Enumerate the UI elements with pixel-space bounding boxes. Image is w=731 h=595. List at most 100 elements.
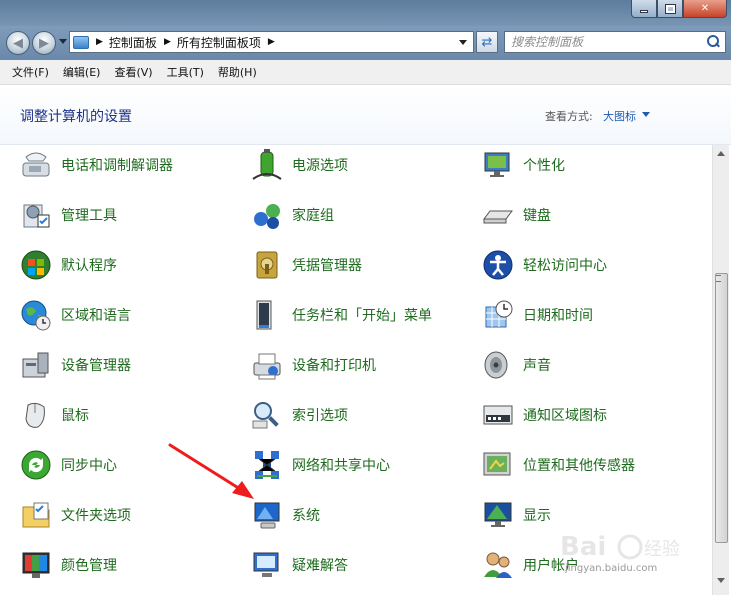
cp-item-label: 位置和其他传感器	[523, 458, 635, 474]
cp-item-sync-center[interactable]: 同步中心	[20, 447, 117, 483]
minimize-icon	[640, 10, 648, 13]
color-management-icon	[22, 552, 50, 578]
view-by-dropdown[interactable]: 大图标	[603, 108, 636, 124]
breadcrumb-separator-icon[interactable]: ▶	[96, 37, 103, 47]
cp-item-devices-printers[interactable]: 设备和打印机	[251, 347, 376, 383]
cp-item-label: 日期和时间	[523, 308, 593, 324]
menu-bar: 文件(F) 编辑(E) 查看(V) 工具(T) 帮助(H)	[0, 60, 731, 85]
date-time-icon	[485, 300, 513, 328]
cp-item-label: 区域和语言	[61, 308, 131, 324]
device-manager-icon	[22, 352, 49, 378]
cp-item-label: 文件夹选项	[61, 508, 131, 524]
refresh-icon: ⇄	[481, 34, 493, 50]
cp-item-personalization[interactable]: 个性化	[482, 147, 565, 183]
content-header: 调整计算机的设置 查看方式: 大图标	[0, 85, 731, 145]
control-panel-items: 电话和调制解调器 电源选项 个性化管理工具 家庭组 键盘默认程序 凭据管理器 轻松访问中心区…	[0, 145, 712, 595]
window-controls: ✕	[631, 0, 727, 18]
close-button[interactable]: ✕	[683, 0, 727, 18]
ease-of-access-icon	[483, 250, 513, 280]
credential-manager-icon	[256, 251, 278, 279]
cp-item-label: 声音	[523, 358, 551, 374]
main-content: 调整计算机的设置 查看方式: 大图标 电话和调制解调器 电源选项 个性化管理工具 家庭…	[0, 85, 731, 595]
cp-item-date-time[interactable]: 日期和时间	[482, 297, 593, 333]
address-bar[interactable]: ▶ 控制面板 ▶ 所有控制面板项 ▶	[69, 31, 474, 53]
svg-text:Bai: Bai	[560, 532, 606, 562]
forward-button[interactable]: ▶	[32, 31, 56, 55]
default-programs-icon	[21, 250, 51, 280]
close-icon: ✕	[700, 3, 710, 14]
menu-help[interactable]: 帮助(H)	[211, 64, 264, 80]
cp-item-credential-manager[interactable]: 凭据管理器	[251, 247, 362, 283]
search-input[interactable]	[511, 35, 705, 49]
breadcrumb-separator-icon[interactable]: ▶	[164, 37, 171, 47]
cp-item-location-sensors[interactable]: 位置和其他传感器	[482, 447, 635, 483]
folder-options-icon	[22, 502, 50, 528]
cp-item-device-manager[interactable]: 设备管理器	[20, 347, 131, 383]
cp-item-region-language[interactable]: 区域和语言	[20, 297, 131, 333]
recent-pages-dropdown[interactable]	[59, 39, 67, 44]
cp-item-ease-of-access[interactable]: 轻松访问中心	[482, 247, 607, 283]
cp-item-label: 同步中心	[61, 458, 117, 474]
search-box[interactable]	[504, 31, 726, 53]
page-title: 调整计算机的设置	[20, 109, 132, 125]
taskbar-start-icon	[256, 300, 272, 330]
cp-item-notification-area[interactable]: 通知区域图标	[482, 397, 607, 433]
cp-item-label: 管理工具	[61, 208, 117, 224]
cp-item-color-management[interactable]: 颜色管理	[20, 547, 117, 583]
title-bar: ✕	[0, 0, 731, 26]
scroll-down-icon[interactable]	[717, 578, 725, 583]
search-icon[interactable]	[705, 34, 721, 50]
cp-item-label: 凭据管理器	[292, 258, 362, 274]
cp-item-keyboard[interactable]: 键盘	[482, 197, 551, 233]
cp-item-phone-modem[interactable]: 电话和调制解调器	[20, 147, 173, 183]
cp-item-label: 个性化	[523, 158, 565, 174]
cp-item-network-sharing[interactable]: 网络和共享中心	[251, 447, 390, 483]
cp-item-taskbar-start[interactable]: 任务栏和「开始」菜单	[251, 297, 432, 333]
view-by-caret-icon[interactable]	[642, 112, 650, 117]
breadcrumb-separator-icon[interactable]: ▶	[268, 37, 275, 47]
cp-item-admin-tools[interactable]: 管理工具	[20, 197, 117, 233]
back-button[interactable]: ◀	[6, 31, 30, 55]
cp-item-default-programs[interactable]: 默认程序	[20, 247, 117, 283]
cp-item-power-options[interactable]: 电源选项	[251, 147, 348, 183]
cp-item-label: 电源选项	[292, 158, 348, 174]
cp-item-homegroup[interactable]: 家庭组	[251, 197, 334, 233]
cp-item-label: 索引选项	[292, 408, 348, 424]
cp-item-label: 设备和打印机	[292, 358, 376, 374]
control-panel-icon	[73, 35, 89, 49]
cp-item-folder-options[interactable]: 文件夹选项	[20, 497, 131, 533]
navigation-bar: ◀ ▶ ▶ 控制面板 ▶ 所有控制面板项 ▶ ⇄	[0, 26, 731, 60]
scroll-up-icon[interactable]	[717, 151, 725, 156]
region-language-icon	[21, 300, 51, 331]
menu-file[interactable]: 文件(F)	[0, 64, 56, 80]
mouse-icon	[25, 402, 45, 428]
cp-item-label: 设备管理器	[61, 358, 131, 374]
breadcrumb-control-panel[interactable]: 控制面板	[109, 34, 157, 51]
maximize-button[interactable]	[657, 0, 683, 18]
cp-item-label: 网络和共享中心	[292, 458, 390, 474]
svg-text:经验: 经验	[644, 539, 680, 560]
menu-view[interactable]: 查看(V)	[107, 64, 159, 80]
power-options-icon	[252, 149, 282, 180]
refresh-button[interactable]: ⇄	[476, 31, 498, 53]
location-sensors-icon	[483, 452, 511, 476]
cp-item-system[interactable]: 系统	[251, 497, 320, 533]
address-dropdown-icon[interactable]	[459, 40, 467, 45]
cp-item-display[interactable]: 显示	[482, 497, 551, 533]
display-icon	[484, 502, 512, 527]
vertical-scrollbar[interactable]	[712, 145, 729, 595]
cp-item-indexing-options[interactable]: 索引选项	[251, 397, 348, 433]
cp-item-label: 疑难解答	[292, 558, 348, 574]
user-accounts-icon	[484, 552, 512, 578]
scrollbar-thumb[interactable]	[715, 273, 728, 543]
menu-tools[interactable]: 工具(T)	[160, 64, 211, 80]
cp-item-troubleshooting[interactable]: 疑难解答	[251, 547, 348, 583]
cp-item-label: 任务栏和「开始」菜单	[292, 308, 432, 324]
cp-item-sound[interactable]: 声音	[482, 347, 551, 383]
personalization-icon	[484, 152, 510, 177]
breadcrumb-all-items[interactable]: 所有控制面板项	[177, 34, 261, 51]
menu-edit[interactable]: 编辑(E)	[56, 64, 108, 80]
cp-item-label: 鼠标	[61, 408, 89, 424]
minimize-button[interactable]	[631, 0, 657, 18]
cp-item-mouse[interactable]: 鼠标	[20, 397, 89, 433]
